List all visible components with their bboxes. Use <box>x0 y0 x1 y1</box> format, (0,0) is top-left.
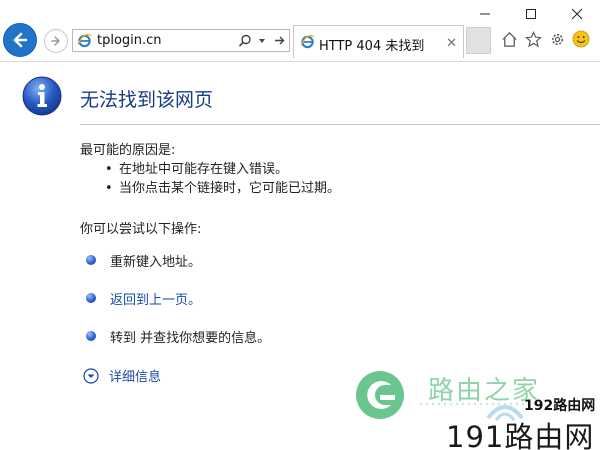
home-button[interactable] <box>500 30 518 48</box>
minimize-icon <box>480 13 490 15</box>
action-text: 转到 并查找你想要的信息。 <box>110 330 271 346</box>
details-label[interactable]: 详细信息 <box>109 366 161 385</box>
settings-gear-icon <box>551 33 563 45</box>
favorites-button[interactable] <box>524 30 542 48</box>
details-toggle[interactable]: 详细信息 <box>83 366 161 385</box>
tab-title: HTTP 404 未找到 <box>319 39 425 54</box>
try-label: 你可以尝试以下操作: <box>80 222 202 237</box>
go-button[interactable] <box>271 32 287 49</box>
dropdown-arrow-icon <box>259 38 265 43</box>
feedback-button[interactable] <box>572 30 590 48</box>
action-go-back[interactable]: 返回到上一页。 <box>86 288 201 308</box>
ie-page-icon <box>77 33 92 53</box>
search-button[interactable] <box>237 32 253 49</box>
bullet-icon <box>86 293 96 303</box>
tab-close-button[interactable]: ✕ <box>446 35 457 51</box>
watermark-badge: 192路由网 <box>524 398 596 414</box>
watermark-logo-icon <box>356 371 404 419</box>
bullet-dot: • <box>105 162 113 177</box>
search-icon <box>238 34 251 47</box>
address-tools <box>237 32 287 49</box>
close-icon <box>571 8 583 20</box>
reason-item: • 当你点击某个链接时，它可能已过期。 <box>105 177 340 196</box>
feedback-smiley-icon <box>572 30 590 48</box>
toolbar-right <box>500 30 590 48</box>
bullet-icon <box>86 255 96 265</box>
back-arrow-icon <box>13 32 28 48</box>
window-controls <box>462 0 600 28</box>
reason-text: 当你点击某个链接时，它可能已过期。 <box>119 181 341 196</box>
minimize-button[interactable] <box>462 0 508 28</box>
go-back-link[interactable]: 返回到上一页。 <box>110 289 201 308</box>
reason-text: 在地址中可能存在键入错误。 <box>119 162 289 177</box>
new-tab-button[interactable] <box>466 27 491 54</box>
watermark-site: 191路由网 <box>446 420 595 450</box>
action-text: 重新键入地址。 <box>110 254 202 270</box>
chevron-down-icon <box>83 367 99 384</box>
favorites-star-icon <box>524 30 542 47</box>
bullet-dot: • <box>105 181 113 196</box>
info-icon <box>22 76 62 116</box>
reasons-label: 最可能的原因是: <box>80 143 176 158</box>
settings-button[interactable] <box>548 30 566 48</box>
back-button[interactable] <box>3 23 37 57</box>
bullet-icon <box>86 331 96 341</box>
address-dropdown[interactable] <box>254 32 270 49</box>
go-arrow-icon <box>274 36 284 45</box>
reason-item: • 在地址中可能存在键入错误。 <box>105 158 288 177</box>
action-find-info: 转到 并查找你想要的信息。 <box>86 326 270 346</box>
tab-http-404[interactable]: HTTP 404 未找到 ✕ <box>293 25 464 58</box>
maximize-button[interactable] <box>508 0 554 28</box>
title-divider <box>80 124 600 125</box>
forward-button[interactable] <box>44 29 68 53</box>
close-button[interactable] <box>554 0 600 28</box>
page-title: 无法找到该网页 <box>80 89 214 111</box>
action-retype-address: 重新键入地址。 <box>86 250 201 270</box>
forward-arrow-icon <box>51 36 60 46</box>
home-icon <box>501 31 517 47</box>
address-bar[interactable]: tplogin.cn <box>72 29 290 52</box>
browser-chrome: tplogin.cn HTTP 404 未找到 ✕ <box>0 0 600 62</box>
ie-page-icon <box>300 34 315 54</box>
maximize-icon <box>526 9 536 19</box>
address-text[interactable]: tplogin.cn <box>97 33 162 48</box>
